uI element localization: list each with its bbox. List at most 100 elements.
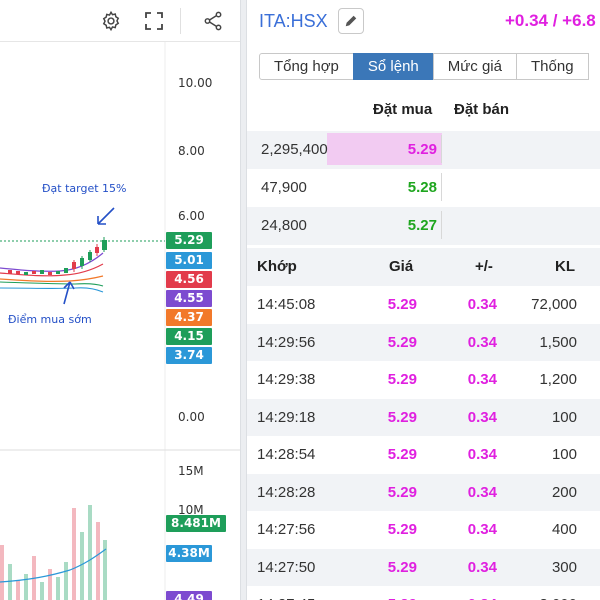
trade-change: 0.34 [467, 483, 497, 501]
orderbook-row: 47,900 5.28 [247, 169, 600, 207]
order-volume: 2,295,400 [261, 141, 328, 158]
price-tick: 8.00 [178, 144, 205, 158]
trades-header: Khớp Giá +/- KL [247, 248, 600, 286]
price-label: 4.15 [166, 328, 212, 345]
order-price: 5.27 [407, 217, 437, 234]
buy-arrow [63, 281, 75, 305]
orderbook-row: 2,295,400 5.29 [247, 131, 600, 169]
trade-volume: 100 [551, 408, 577, 426]
order-price: 5.28 [407, 179, 437, 196]
table-row: 14:29:38 5.29 0.34 1,200 [247, 361, 600, 398]
table-row: 14:29:18 5.29 0.34 100 [247, 398, 600, 436]
tab-summary[interactable]: Tổng hợp [259, 53, 354, 80]
volume-bars [0, 505, 107, 600]
trade-price: 5.29 [387, 558, 417, 576]
table-row: 14:28:54 5.29 0.34 100 [247, 436, 600, 473]
trade-change: 0.34 [467, 371, 497, 388]
trade-time: 14:27:56 [257, 521, 316, 538]
price-label: 4.37 [166, 309, 212, 326]
trade-change: 0.34 [467, 521, 497, 538]
trades-header-price: Giá [389, 258, 414, 275]
trade-price: 5.29 [387, 333, 417, 351]
early-buy-annotation: Điểm mua sớm [8, 313, 92, 326]
trade-price: 5.29 [387, 296, 417, 313]
trade-price: 5.29 [387, 371, 417, 388]
price-change: +0.34 / +6.8 [505, 11, 596, 30]
orderbook-row: 24,800 5.27 [247, 207, 600, 245]
trade-time: 14:27:50 [257, 558, 316, 576]
edit-symbol-button[interactable] [338, 8, 364, 34]
fullscreen-icon[interactable] [142, 9, 166, 33]
trade-volume: 300 [551, 558, 577, 576]
order-volume: 47,900 [261, 179, 307, 196]
trade-price: 5.29 [387, 408, 417, 426]
trades-header-change: +/- [475, 258, 493, 275]
trade-volume: 100 [551, 446, 577, 463]
pencil-icon [345, 15, 357, 27]
table-row: 14:45:08 5.29 0.34 72,000 [247, 286, 600, 323]
table-row: 14:28:28 5.29 0.34 200 [247, 473, 600, 511]
trade-price: 5.29 [387, 483, 417, 501]
trade-change: 0.34 [437, 596, 497, 600]
target-annotation: Đạt target 15% [42, 182, 127, 195]
trade-time: 14:29:56 [257, 333, 316, 351]
price-label: 4.55 [166, 290, 212, 307]
table-row: 14:27:50 5.29 0.34 300 [247, 548, 600, 586]
trades-header-volume: KL [555, 258, 575, 275]
target-arrow [97, 207, 115, 225]
table-row: 14:27:56 5.29 0.34 400 [247, 511, 600, 548]
volume-label: 4.38M [166, 545, 212, 562]
price-label: 3.74 [166, 347, 212, 364]
chart-toolbar [0, 0, 240, 42]
trade-change: 0.34 [467, 333, 497, 351]
orderbook-separator [441, 211, 442, 239]
volume-tick: 15M [178, 464, 204, 478]
price-tick: 10.00 [178, 76, 213, 90]
settings-icon[interactable] [99, 9, 123, 33]
volume-label: 4.49 [166, 591, 212, 600]
price-tick: 6.00 [178, 209, 205, 223]
chart-panel[interactable]: 10.00 8.00 6.00 0.00 15M 10M 5.29 5.01 4… [0, 0, 240, 600]
tab-orderbook[interactable]: Sổ lệnh [352, 53, 434, 80]
trade-panel: ITA:HSX +0.34 / +6.8 Tổng hợp Sổ lệnh Mứ… [247, 0, 600, 600]
trade-change: 0.34 [467, 558, 497, 576]
trade-time: 14:45:08 [257, 296, 316, 313]
trade-volume: 1,200 [539, 371, 577, 388]
trade-volume: 3,000 [507, 596, 577, 600]
orderbook-sell-header: Đặt bán [454, 101, 510, 118]
share-icon[interactable] [201, 9, 225, 33]
tab-bar: Tổng hợp Sổ lệnh Mức giá Thống [259, 53, 589, 80]
trade-volume: 72,000 [531, 296, 577, 313]
table-row: 14:29:56 5.29 0.34 1,500 [247, 323, 600, 361]
price-label: 4.56 [166, 271, 212, 288]
price-tick: 0.00 [178, 410, 205, 424]
trade-volume: 200 [551, 483, 577, 501]
orderbook-separator [441, 173, 442, 201]
trade-volume: 400 [551, 521, 577, 538]
tab-price-levels[interactable]: Mức giá [432, 53, 517, 80]
ma-line-purple [0, 252, 104, 272]
tab-statistics[interactable]: Thống [516, 53, 589, 80]
trade-price: 5.29 [357, 596, 417, 600]
trade-time: 14:28:54 [257, 446, 316, 463]
trade-change: 0.34 [467, 296, 497, 313]
trade-time: 14:29:38 [257, 371, 316, 388]
panel-resize-handle[interactable] [240, 0, 247, 600]
order-price: 5.29 [407, 141, 437, 158]
trade-change: 0.34 [467, 408, 497, 426]
trade-time: 14:28:28 [257, 483, 316, 501]
ma-line-blue [0, 287, 104, 293]
price-label: 5.01 [166, 252, 212, 269]
ma-line-orange [0, 275, 104, 282]
trades-header-time: Khớp [257, 258, 297, 275]
table-row: 14:27:45 5.29 0.34 3,000 [247, 586, 600, 600]
trade-time: 14:27:45 [257, 596, 315, 600]
ma-line-green [0, 281, 104, 287]
trade-change: 0.34 [467, 446, 497, 463]
order-volume: 24,800 [261, 217, 307, 234]
volume-label: 8.481M [166, 515, 226, 532]
toolbar-separator [180, 8, 181, 34]
orderbook-separator [441, 135, 442, 163]
trade-volume: 1,500 [539, 333, 577, 351]
trade-price: 5.29 [387, 521, 417, 538]
